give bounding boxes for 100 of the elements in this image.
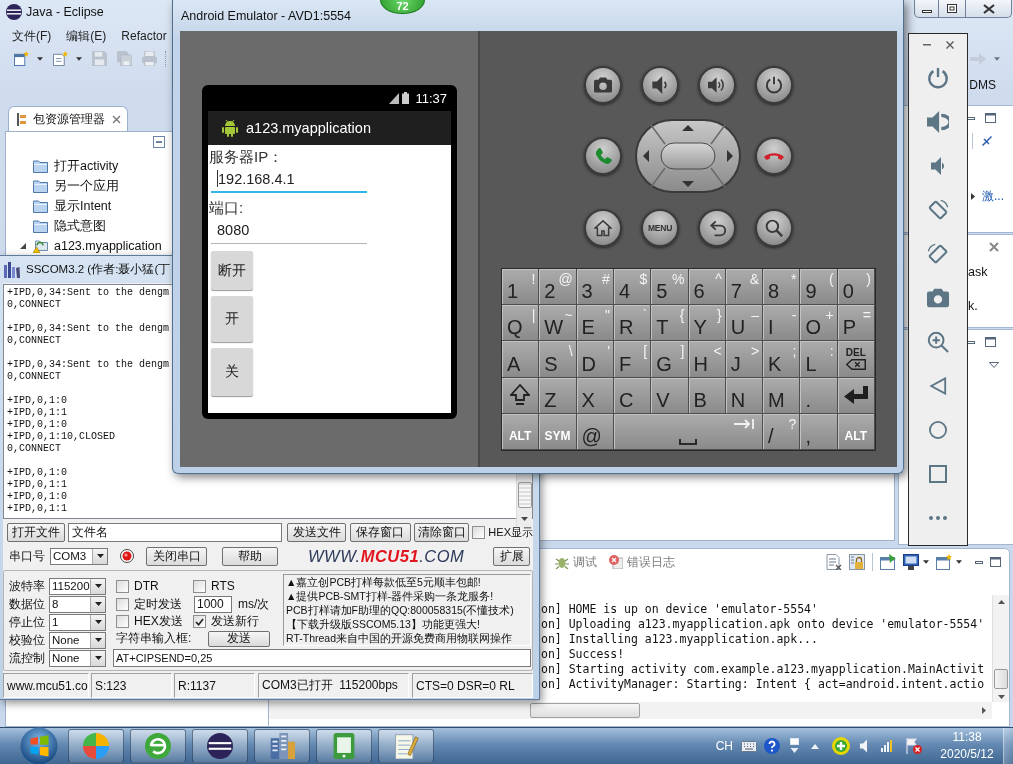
minimize-icon[interactable] xyxy=(967,116,975,120)
down-arrow-icon[interactable] xyxy=(682,181,694,187)
keyboard-key[interactable] xyxy=(613,413,764,450)
setting-dropdown[interactable]: 1 xyxy=(49,613,106,631)
keyboard-key[interactable]: P = xyxy=(837,305,875,342)
slash-icon[interactable] xyxy=(982,136,992,146)
app-button[interactable]: 关 xyxy=(211,348,253,396)
file-action-button[interactable]: 发送文件 xyxy=(287,523,347,542)
scrollbar-thumb[interactable] xyxy=(517,482,532,508)
checkbox[interactable] xyxy=(116,597,129,611)
volume-up-icon[interactable] xyxy=(927,111,949,133)
keyboard-key[interactable]: T { xyxy=(651,305,689,342)
scrollbar[interactable] xyxy=(992,595,1009,702)
keyboard-key[interactable]: 0 ) xyxy=(837,269,875,306)
keyboard-key[interactable]: G ] xyxy=(651,341,689,378)
power-icon[interactable] xyxy=(927,67,949,89)
send-button[interactable]: 发送 xyxy=(208,630,270,647)
keyboard-key[interactable]: D ' xyxy=(576,341,614,378)
keyboard-key[interactable]: 5 % xyxy=(651,269,689,306)
keyboard-key[interactable]: L : xyxy=(800,341,838,378)
keyboard-key[interactable]: 2@ xyxy=(539,269,577,306)
restore-button[interactable] xyxy=(939,0,966,18)
start-button[interactable] xyxy=(18,728,60,764)
text-field[interactable]: 8080 xyxy=(211,217,367,244)
setting-dropdown[interactable]: 8 xyxy=(49,595,106,613)
maximize-icon[interactable] xyxy=(990,557,1001,567)
checkbox-label[interactable]: RTS xyxy=(211,579,235,593)
keyboard-key[interactable]: J > xyxy=(725,341,764,378)
help-button[interactable]: 帮助 xyxy=(222,546,278,566)
show-desktop-button[interactable] xyxy=(1003,728,1013,764)
checkbox[interactable] xyxy=(472,526,486,539)
signal-bars-icon[interactable] xyxy=(881,740,892,752)
dropdown-arrow-icon[interactable] xyxy=(989,362,999,368)
rotate-right-icon[interactable] xyxy=(927,243,949,265)
menu-item[interactable]: 文件(F) xyxy=(12,28,52,44)
document-icon[interactable] xyxy=(826,554,842,570)
keyboard-key[interactable]: ALT xyxy=(502,413,540,450)
keyboard-key[interactable]: V xyxy=(651,377,689,414)
zoom-in-icon[interactable] xyxy=(927,331,949,353)
pin-window-icon[interactable] xyxy=(880,554,896,570)
caret-icon[interactable] xyxy=(956,560,962,564)
close-icon[interactable] xyxy=(989,242,999,252)
clock-date[interactable]: 2020/5/12 xyxy=(940,746,994,763)
keyboard-key[interactable]: H < xyxy=(688,341,726,378)
view-tab[interactable]: 调试 xyxy=(555,553,597,571)
close-icon[interactable] xyxy=(945,41,954,49)
keyboard-key[interactable]: 6 ^ xyxy=(688,269,726,306)
expand-arrow-icon[interactable] xyxy=(971,192,975,200)
language-indicator[interactable]: CH xyxy=(715,739,733,753)
flag-error-icon[interactable] xyxy=(906,738,922,754)
keyboard-key[interactable]: O + xyxy=(800,305,838,342)
interval-field[interactable]: 1000 xyxy=(194,595,232,613)
new-document-icon[interactable] xyxy=(53,51,68,66)
caret-icon[interactable] xyxy=(923,560,929,564)
keyboard-key[interactable]: DEL xyxy=(837,341,875,378)
new-window-icon[interactable] xyxy=(14,51,29,66)
checkbox-label[interactable]: HEX发送 xyxy=(134,613,183,630)
keyboard-key[interactable]: A xyxy=(502,341,540,378)
file-action-button[interactable]: 保存窗口 xyxy=(350,523,411,542)
expand-button[interactable]: 扩展 xyxy=(493,546,530,566)
view-tab[interactable]: 错误日志 xyxy=(609,553,675,571)
view-tab[interactable]: 包资源管理器 xyxy=(8,106,128,131)
keyboard-key[interactable]: Y } xyxy=(688,305,726,342)
overview-square-icon[interactable] xyxy=(929,465,947,483)
lock-icon[interactable] xyxy=(849,554,865,570)
back-button[interactable] xyxy=(698,209,736,247)
keyboard-key[interactable]: F [ xyxy=(613,341,652,378)
setting-dropdown[interactable]: 115200 xyxy=(49,577,106,595)
tree-item[interactable]: 打开activity xyxy=(6,156,119,176)
maximize-icon[interactable] xyxy=(985,113,996,123)
text-field[interactable]: 192.168.4.1 xyxy=(211,166,367,193)
plus-circle-icon[interactable] xyxy=(832,737,850,755)
collapse-icon[interactable] xyxy=(153,136,165,148)
tree-item[interactable]: 显示Intent xyxy=(6,196,112,216)
taskbar-button[interactable] xyxy=(192,729,248,763)
send-input-field[interactable]: AT+CIPSEND=0,25 xyxy=(113,649,531,667)
keyboard-key[interactable]: K ; xyxy=(763,341,801,378)
more-icon[interactable] xyxy=(929,516,947,520)
keyboard-key[interactable]: S \ xyxy=(539,341,577,378)
left-arrow-icon[interactable] xyxy=(643,150,649,162)
checkbox-label[interactable]: 定时发送 xyxy=(134,595,182,613)
home-circle-icon[interactable] xyxy=(929,421,947,439)
volume-down-icon[interactable] xyxy=(929,157,947,175)
checkbox-label[interactable]: HEX显示 xyxy=(488,525,533,540)
keyboard-key[interactable]: W~ xyxy=(539,305,577,342)
volume-up-button[interactable] xyxy=(698,66,736,104)
keyboard-key[interactable]: 1 ! xyxy=(502,269,540,306)
back-triangle-icon[interactable] xyxy=(929,377,947,395)
keyboard-key[interactable]: R ` xyxy=(613,305,652,342)
down-arrow-icon[interactable] xyxy=(521,517,528,521)
new-window-icon[interactable] xyxy=(936,554,952,570)
keyboard-key[interactable]: Z xyxy=(539,377,577,414)
keyboard-key[interactable]: . xyxy=(800,377,838,414)
search-button[interactable] xyxy=(755,209,793,247)
up-arrow-icon[interactable] xyxy=(682,125,694,131)
tree-arrow-icon[interactable] xyxy=(20,243,26,249)
checkbox[interactable] xyxy=(193,615,206,628)
checkbox[interactable] xyxy=(116,615,129,628)
minimize-button[interactable] xyxy=(914,0,939,18)
dpad-center-button[interactable] xyxy=(660,142,716,170)
